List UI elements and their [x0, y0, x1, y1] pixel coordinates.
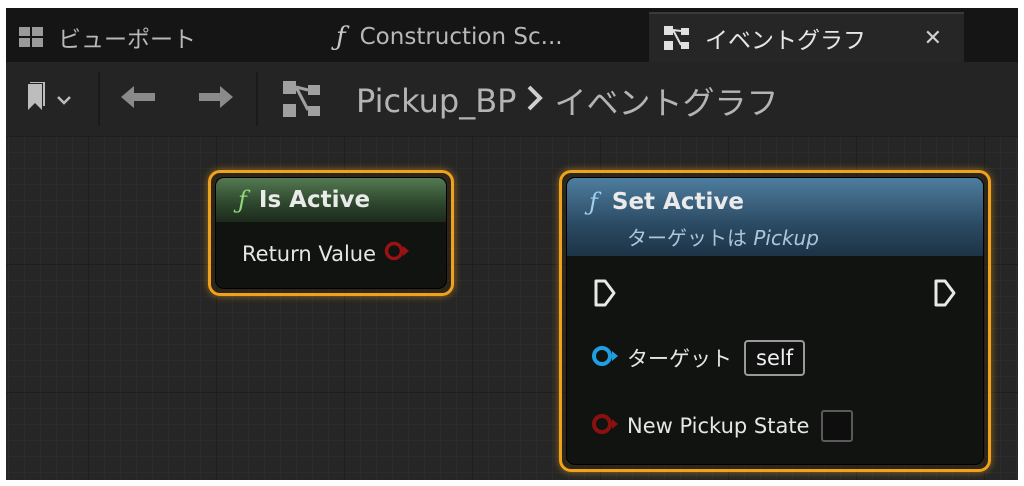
subtitle-target: Pickup [753, 226, 819, 250]
node-header: ƒ Is Active [216, 178, 446, 222]
tab-viewport[interactable]: ビューポート [18, 12, 318, 62]
function-icon: ƒ [336, 22, 346, 52]
tab-bar: ビューポート ƒ Construction Sc... イベントグラフ ✕ [6, 8, 1018, 62]
tab-label: イベントグラフ [705, 28, 866, 54]
bool-input-pin-icon[interactable] [591, 413, 619, 440]
viewport-grid-icon [18, 26, 44, 48]
node-header: ƒ Set Active ターゲットは Pickup [567, 178, 983, 256]
close-icon[interactable]: ✕ [924, 26, 942, 51]
node-body: ƒ Is Active Return Value [216, 178, 446, 288]
pin-label: Return Value [242, 241, 377, 266]
node-title: Is Active [258, 187, 371, 213]
node-title-row: ƒ Set Active [589, 188, 983, 216]
toolbar-separator [256, 72, 258, 126]
target-pin-row: ターゲット self [591, 340, 806, 376]
bool-output-pin-icon[interactable] [384, 240, 410, 267]
graph-canvas[interactable]: ƒ Is Active Return Value ƒ Set Active ター… [6, 136, 1018, 480]
function-icon: ƒ [238, 186, 247, 214]
breadcrumb-current: イベントグラフ [554, 84, 779, 122]
target-value-field[interactable]: self [744, 340, 806, 376]
new-pickup-state-row: New Pickup State [591, 410, 854, 442]
forward-button[interactable] [192, 82, 240, 116]
tab-label: ビューポート [58, 27, 196, 53]
pin-label: New Pickup State [627, 414, 810, 438]
is-active-node[interactable]: ƒ Is Active Return Value [208, 170, 454, 296]
pin-label: ターゲット [627, 347, 732, 371]
object-input-pin-icon[interactable] [591, 345, 619, 372]
function-icon: ƒ [589, 188, 598, 216]
toolbar: Pickup_BP イベントグラフ [6, 62, 1018, 136]
tab-label: Construction Sc... [359, 24, 563, 50]
breadcrumb: Pickup_BP イベントグラフ [356, 78, 778, 124]
tab-event-graph[interactable]: イベントグラフ ✕ [649, 12, 964, 62]
event-graph-icon [663, 25, 691, 51]
subtitle-prefix: ターゲットは [627, 226, 754, 250]
graph-icon [278, 78, 326, 120]
breadcrumb-root[interactable]: Pickup_BP [356, 82, 516, 120]
set-active-node[interactable]: ƒ Set Active ターゲットは Pickup ターゲット self Ne… [559, 170, 991, 472]
exec-input-pin-icon[interactable] [593, 278, 617, 312]
chevron-down-icon [56, 90, 72, 109]
bookmark-dropdown-button[interactable] [18, 81, 78, 116]
arrow-left-icon [118, 83, 158, 115]
toolbar-separator [98, 72, 100, 126]
tab-construction-script[interactable]: ƒ Construction Sc... [336, 12, 636, 62]
node-subtitle: ターゲットは Pickup [627, 222, 983, 251]
blueprint-editor: ビューポート ƒ Construction Sc... イベントグラフ ✕ Pi… [6, 8, 1018, 480]
exec-output-pin-icon[interactable] [933, 278, 957, 312]
bookmark-icon [24, 81, 50, 116]
back-button[interactable] [114, 82, 162, 116]
arrow-right-icon [196, 83, 236, 115]
node-title: Set Active [611, 189, 744, 215]
return-value-row: Return Value [242, 240, 410, 267]
new-pickup-state-checkbox[interactable] [821, 410, 854, 442]
chevron-right-icon [526, 82, 544, 120]
node-body: ƒ Set Active ターゲットは Pickup ターゲット self Ne… [567, 178, 983, 464]
